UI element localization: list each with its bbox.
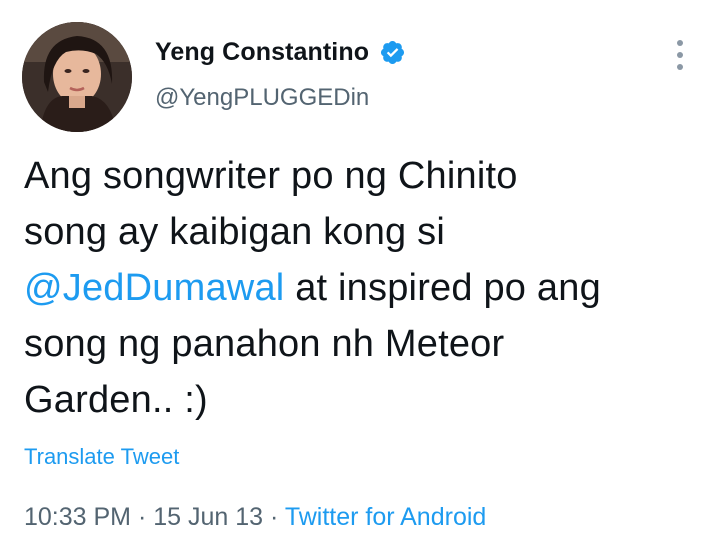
tweet-date[interactable]: 15 Jun 13 <box>153 503 263 531</box>
tweet-line: Garden.. :) <box>24 379 208 421</box>
display-name[interactable]: Yeng Constantino <box>155 38 369 67</box>
tweet-source-link[interactable]: Twitter for Android <box>285 503 486 531</box>
profile-photo <box>22 22 132 132</box>
author-handle[interactable]: @YengPLUGGEDin <box>155 84 369 112</box>
meta-separator: · <box>263 503 285 531</box>
more-dot <box>677 40 683 46</box>
tweet-metadata: 10:33 PM · 15 Jun 13 · Twitter for Andro… <box>24 503 486 532</box>
more-dot <box>677 64 683 70</box>
tweet-line-text: at inspired po ang <box>284 267 601 309</box>
avatar[interactable] <box>22 22 132 132</box>
tweet-text: Ang songwriter po ng Chinito song ay kai… <box>24 148 704 428</box>
verified-badge-icon <box>379 39 406 66</box>
tweet-line: @JedDumawal at inspired po ang <box>24 260 704 316</box>
tweet-time[interactable]: 10:33 PM <box>24 503 131 531</box>
tweet-line: song ay kaibigan kong si <box>24 211 445 253</box>
translate-tweet-link[interactable]: Translate Tweet <box>24 444 179 470</box>
more-dot <box>677 52 683 58</box>
tweet-line: song ng panahon nh Meteor <box>24 323 505 365</box>
tweet-line: Ang songwriter po ng Chinito <box>24 155 518 197</box>
meta-separator: · <box>131 503 154 531</box>
more-options-icon[interactable] <box>672 40 688 70</box>
mention-link[interactable]: @JedDumawal <box>24 267 284 309</box>
author-name-row[interactable]: Yeng Constantino <box>155 38 406 67</box>
